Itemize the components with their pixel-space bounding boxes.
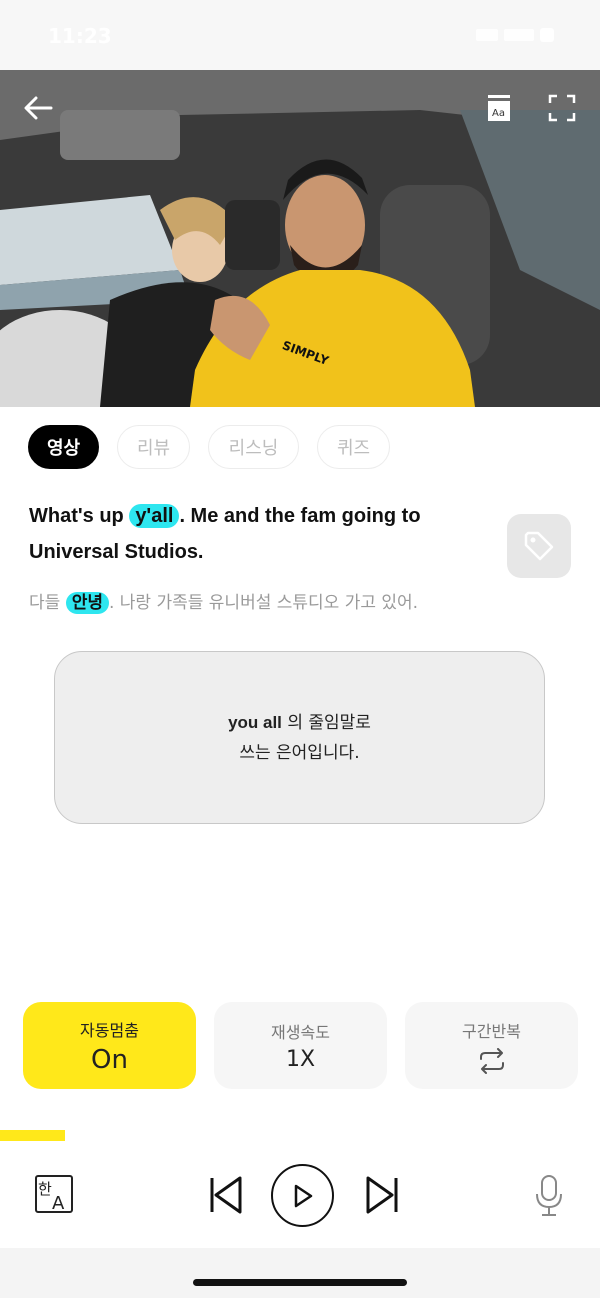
note-line-1: you all 의 줄임말로 — [228, 708, 371, 738]
video-player[interactable]: SIMPLY Aa — [0, 70, 600, 407]
sentence-text-before: What's up — [29, 505, 130, 527]
fullscreen-button[interactable] — [544, 88, 580, 128]
subtitle-sentence: What's up y'all. Me and the fam going to… — [29, 498, 489, 570]
back-button[interactable] — [18, 88, 58, 128]
playback-speed-button[interactable]: 재생속도 1X — [214, 1002, 387, 1089]
content-tabs: 영상 리뷰 리스닝 퀴즈 — [28, 425, 390, 469]
fullscreen-icon — [548, 94, 576, 122]
battery-icon — [540, 28, 554, 42]
playback-speed-value: 1X — [285, 1047, 316, 1072]
next-button[interactable] — [360, 1172, 404, 1218]
repeat-icon — [479, 1047, 504, 1074]
home-indicator[interactable] — [193, 1279, 407, 1286]
status-bar: 11:23 — [0, 0, 600, 70]
microphone-icon — [536, 1175, 562, 1216]
section-repeat-label: 구간반복 — [462, 1021, 521, 1041]
tab-review[interactable]: 리뷰 — [117, 425, 190, 469]
playback-progress-fill — [0, 1130, 65, 1141]
auto-pause-value: On — [91, 1044, 128, 1075]
note-term: you all — [228, 712, 282, 732]
subtitle-button[interactable]: Aa — [482, 90, 516, 126]
note-line-2: 쓰는 은어입니다. — [239, 742, 360, 763]
tag-icon — [524, 531, 554, 561]
play-button[interactable] — [271, 1164, 334, 1227]
network-icon — [504, 29, 534, 41]
translation-text-before: 다들 — [29, 593, 66, 613]
player-bar: 한 A — [0, 1150, 600, 1248]
tab-video[interactable]: 영상 — [28, 425, 99, 469]
status-indicators — [476, 28, 554, 42]
signal-icon — [476, 29, 498, 41]
highlighted-translation-word: 안녕 — [65, 592, 109, 614]
tab-listening[interactable]: 리스닝 — [208, 425, 299, 469]
translation-text-after: . 나랑 가족들 유니버설 스튜디오 가고 있어. — [108, 593, 419, 613]
svg-text:Aa: Aa — [492, 108, 505, 119]
svg-text:한: 한 — [38, 1180, 52, 1198]
translation-sentence: 다들 안녕. 나랑 가족들 유니버설 스튜디오 가고 있어. — [29, 590, 418, 616]
home-indicator-area — [0, 1248, 600, 1298]
previous-button[interactable] — [204, 1172, 248, 1218]
auto-pause-label: 자동멈춤 — [80, 1020, 139, 1040]
play-icon — [294, 1184, 312, 1207]
highlighted-word[interactable]: y'all — [129, 504, 180, 528]
microphone-button[interactable] — [530, 1172, 568, 1220]
playback-speed-label: 재생속도 — [271, 1023, 330, 1042]
word-explanation-box: you all 의 줄임말로 쓰는 은어입니다. — [54, 651, 545, 824]
arrow-left-icon — [24, 96, 53, 120]
section-repeat-button[interactable]: 구간반복 — [405, 1002, 578, 1089]
note-line1-rest: 의 줄임말로 — [281, 712, 371, 733]
korean-english-toggle-icon: 한 A — [35, 1175, 73, 1214]
auto-pause-toggle[interactable]: 자동멈춤 On — [23, 1002, 196, 1089]
bookmark-tag-button[interactable] — [507, 514, 571, 578]
playback-controls: 자동멈춤 On 재생속도 1X 구간반복 — [23, 1002, 578, 1089]
skip-next-icon — [366, 1176, 398, 1214]
skip-previous-icon — [210, 1176, 242, 1214]
translation-toggle-button[interactable]: 한 A — [34, 1174, 74, 1214]
svg-text:A: A — [52, 1193, 65, 1214]
tab-quiz[interactable]: 퀴즈 — [317, 425, 390, 469]
subtitle-aa-icon: Aa — [488, 95, 510, 121]
playback-progress-bar[interactable] — [0, 1130, 600, 1141]
status-time: 11:23 — [48, 24, 112, 48]
